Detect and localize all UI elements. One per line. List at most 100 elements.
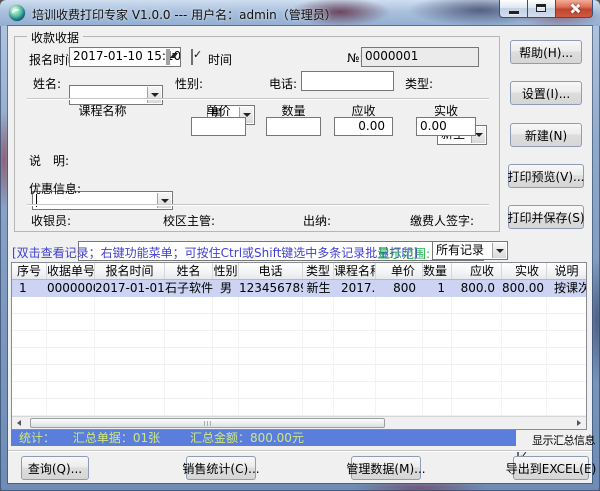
treasurer-label: 出纳: xyxy=(303,212,331,229)
price-input[interactable] xyxy=(191,117,246,136)
maximize-button[interactable] xyxy=(528,0,555,18)
supervisor-label: 校区主管: xyxy=(163,212,215,229)
stats-count: 汇总单据：01张 xyxy=(73,431,160,445)
settings-button[interactable]: 设置(I)... xyxy=(510,81,582,105)
column-header[interactable]: 收据单号 xyxy=(47,263,95,279)
scroll-right-icon[interactable] xyxy=(573,417,586,429)
app-icon xyxy=(9,5,25,21)
help-button[interactable]: 帮助(H)... xyxy=(510,40,582,64)
scrollbar-track[interactable] xyxy=(25,417,573,429)
cell-receipt-no: 0000000 xyxy=(47,280,95,297)
due-input[interactable]: 0.00 xyxy=(334,117,393,136)
qty-input[interactable] xyxy=(266,117,321,136)
chevron-down-icon[interactable] xyxy=(147,87,161,103)
receipt-no-field: 0000001 xyxy=(361,47,479,67)
column-header[interactable]: 姓名 xyxy=(165,263,213,279)
minimize-icon xyxy=(509,11,519,14)
manage-data-button[interactable]: 管理数据(M)... xyxy=(351,456,421,480)
column-header[interactable]: 类型 xyxy=(303,263,334,279)
column-header[interactable]: 应收 xyxy=(452,263,502,279)
cell-due: 800.0 xyxy=(452,280,502,297)
reg-time-value: 2017-01-10 15:10:19 xyxy=(73,49,181,63)
print-preview-button[interactable]: 打印预览(V)... xyxy=(508,164,584,188)
spin-down-icon[interactable] xyxy=(168,49,170,65)
reg-time-input[interactable]: 2017-01-10 15:10:19 xyxy=(69,47,181,67)
horizontal-scrollbar[interactable] xyxy=(12,416,586,429)
column-header[interactable]: 说明 xyxy=(547,263,586,279)
cell-paid: 800.00 xyxy=(502,280,547,297)
close-button[interactable] xyxy=(555,0,593,18)
cell-type: 新生 xyxy=(303,280,334,297)
name-label: 姓名: xyxy=(33,75,61,92)
course-header: 课程名称 xyxy=(32,102,173,119)
phone-label: 电话: xyxy=(269,75,297,92)
payer-sign-label: 缴费人签字: xyxy=(410,212,474,229)
promo-label: 优惠信息: xyxy=(29,180,81,197)
table-empty-row xyxy=(12,297,586,314)
records-hint: [双击查看记录；右键功能菜单；可按住Ctrl或Shift键选中多条记录批量打印] xyxy=(12,244,418,261)
table-header: 序号 收据单号 报名时间 姓名 性别 电话 类型 课程名称 单价 数量 应收 实… xyxy=(12,263,586,280)
column-header[interactable]: 序号 xyxy=(12,263,47,279)
table-row[interactable]: 1 0000000 2017-01-01... 石子软件 男 123456789… xyxy=(12,280,586,297)
minimize-button[interactable] xyxy=(499,0,528,18)
app-window: 培训收费打印专家 V1.0.0 --- 用户名：admin（管理员） 收款收据 … xyxy=(0,0,600,491)
display-range-combobox[interactable]: 所有记录 xyxy=(432,241,508,260)
cell-course: 2017... xyxy=(334,280,376,297)
sales-stats-button[interactable]: 销售统计(C)... xyxy=(186,456,256,480)
table-empty-row xyxy=(12,331,586,348)
export-excel-button[interactable]: 导出到EXCEL(E) xyxy=(513,456,589,480)
scroll-left-icon[interactable] xyxy=(12,417,25,429)
column-header[interactable]: 电话 xyxy=(239,263,303,279)
phone-input[interactable] xyxy=(301,71,394,91)
records-table: 序号 收据单号 报名时间 姓名 性别 电话 类型 课程名称 单价 数量 应收 实… xyxy=(11,262,587,430)
cell-reg-time: 2017-01-01... xyxy=(95,280,165,297)
table-empty-row xyxy=(12,399,586,416)
note-label: 说 明: xyxy=(29,152,69,169)
cell-note: 按课次... xyxy=(547,280,586,297)
titlebar[interactable]: 培训收费打印专家 V1.0.0 --- 用户名：admin（管理员） xyxy=(0,0,600,26)
table-empty-row xyxy=(12,382,586,399)
window-title: 培训收费打印专家 V1.0.0 --- 用户名：admin（管理员） xyxy=(32,6,337,23)
cell-phone: 12345678901 xyxy=(239,280,303,297)
table-empty-row xyxy=(12,314,586,331)
caption-buttons xyxy=(499,0,593,18)
stats-bar: 统计： 汇总单据：01张 汇总金额：800.00元 xyxy=(11,430,516,446)
empty-rows xyxy=(12,297,586,416)
receipt-groupbox: 收款收据 报名时间: 2017-01-10 15:10:19 时间 №: 000… xyxy=(14,36,500,232)
column-header[interactable]: 报名时间 xyxy=(95,263,165,279)
query-button[interactable]: 查询(Q)... xyxy=(21,456,89,480)
type-label: 类型: xyxy=(405,75,433,92)
groupbox-title: 收款收据 xyxy=(27,29,83,46)
time-checkbox[interactable] xyxy=(191,49,193,65)
table-empty-row xyxy=(12,348,586,365)
print-save-button[interactable]: 打印并保存(S) xyxy=(508,205,584,229)
display-range-value: 所有记录 xyxy=(436,243,484,257)
column-header[interactable]: 实收 xyxy=(502,263,547,279)
cell-qty: 1 xyxy=(423,280,452,297)
cashier-label: 收银员: xyxy=(31,212,71,229)
column-header[interactable]: 单价 xyxy=(376,263,423,279)
column-header[interactable]: 数量 xyxy=(423,263,452,279)
cell-price: 800 xyxy=(376,280,423,297)
client-area: 收款收据 报名时间: 2017-01-10 15:10:19 时间 №: 000… xyxy=(8,26,592,483)
stats-amount: 汇总金额：800.00元 xyxy=(190,431,304,445)
show-summary-label: 显示汇总信息 xyxy=(532,432,595,448)
column-header[interactable]: 性别 xyxy=(213,263,239,279)
chevron-down-icon[interactable] xyxy=(492,243,506,258)
column-header[interactable]: 课程名称 xyxy=(334,263,376,279)
cell-seq: 1 xyxy=(12,280,47,297)
gender-label: 性别: xyxy=(175,75,203,92)
display-range-label: 显示范围: xyxy=(378,245,430,262)
cell-gender: 男 xyxy=(213,280,239,297)
stats-label: 统计： xyxy=(19,431,55,445)
separator xyxy=(8,450,592,452)
table-empty-row xyxy=(12,365,586,382)
maximize-icon xyxy=(536,4,546,12)
close-icon xyxy=(570,3,580,14)
scrollbar-thumb[interactable] xyxy=(30,418,385,428)
new-button[interactable]: 新建(N) xyxy=(510,123,582,147)
time-checkbox-label: 时间 xyxy=(208,51,232,68)
separator xyxy=(27,204,489,206)
reg-time-spinner[interactable] xyxy=(166,49,179,65)
paid-input[interactable]: 0.00 xyxy=(416,117,476,136)
